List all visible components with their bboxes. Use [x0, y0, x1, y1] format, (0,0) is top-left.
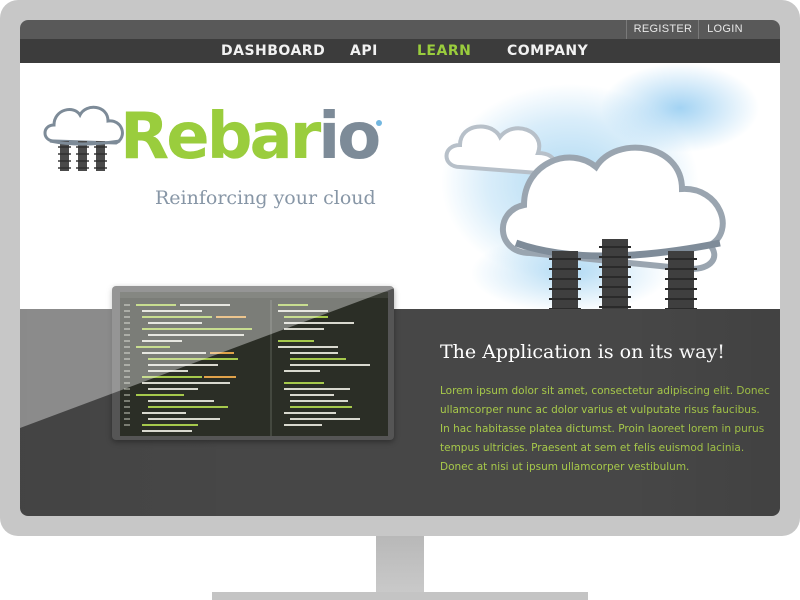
hero-banner: Rebario Reinforcing your cloud — [20, 63, 780, 309]
cloud-with-rebar-illustration — [444, 124, 726, 309]
login-link[interactable]: LOGIN — [698, 20, 751, 39]
cloud-with-rebar-icon — [43, 105, 124, 171]
code-editor-content — [120, 292, 388, 436]
logo-wordmark[interactable]: Rebario — [120, 97, 381, 177]
logo-text-io: io — [318, 100, 381, 174]
monitor-stand-neck — [376, 536, 424, 592]
code-lines-graphic — [120, 292, 388, 436]
promo-body-line: ullamcorper nunc ac dolor varius et vulp… — [440, 404, 760, 416]
monitor-frame: REGISTER LOGIN DASHBOARD API LEARN COMPA… — [0, 0, 800, 536]
nav-item-dashboard[interactable]: DASHBOARD — [221, 39, 325, 63]
promo-body: Lorem ipsum dolor sit amet, consectetur … — [440, 382, 770, 477]
logo-text-rebar: Rebar — [120, 100, 321, 174]
nav-item-learn[interactable]: LEARN — [417, 39, 471, 63]
logo-accent-dot — [376, 120, 382, 126]
promo-heading: The Application is on its way! — [440, 341, 725, 363]
nav-item-api[interactable]: API — [350, 39, 378, 63]
main-nav: DASHBOARD API LEARN COMPANY — [20, 39, 780, 63]
browser-screen: REGISTER LOGIN DASHBOARD API LEARN COMPA… — [20, 20, 780, 516]
monitor-stand-base — [212, 592, 588, 600]
promo-body-line: Donec at nisi ut ipsum ullamcorper vesti… — [440, 461, 690, 473]
code-editor-screenshot — [112, 286, 394, 440]
promo-body-line: Lorem ipsum dolor sit amet, consectetur … — [440, 385, 770, 397]
nav-item-company[interactable]: COMPANY — [507, 39, 588, 63]
promo-body-line: In hac habitasse platea dictumst. Proin … — [440, 423, 765, 435]
register-link[interactable]: REGISTER — [626, 20, 699, 39]
promo-body-line: tempus ultricies. Praesent at sem et fel… — [440, 442, 745, 454]
utility-bar: REGISTER LOGIN — [20, 20, 780, 39]
tagline: Reinforcing your cloud — [155, 187, 376, 209]
